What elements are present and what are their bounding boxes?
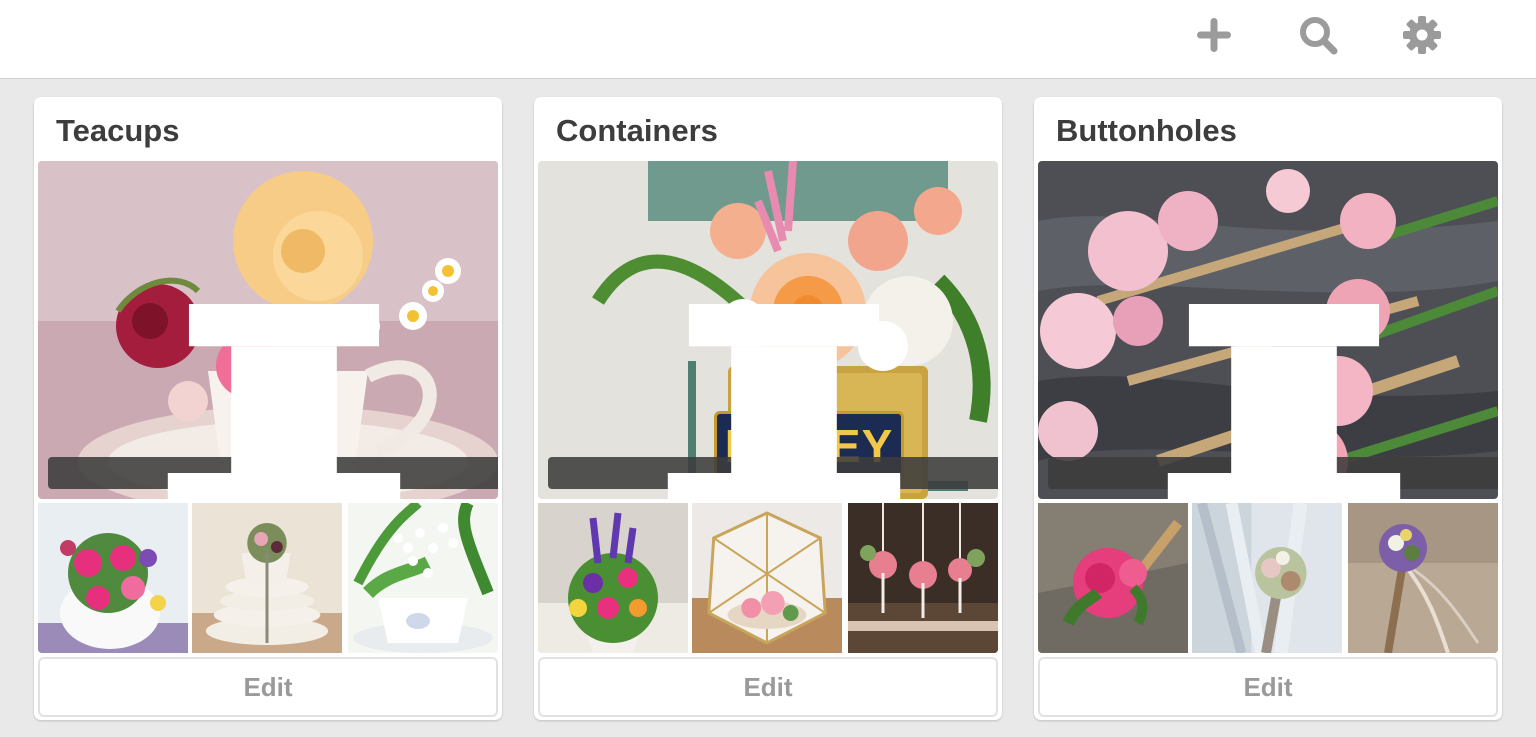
board-thumbnail[interactable]	[348, 503, 498, 653]
board-title[interactable]: Containers	[556, 113, 718, 149]
board-thumbnail[interactable]	[1348, 503, 1498, 653]
board-thumbnail[interactable]	[848, 503, 998, 653]
search-icon[interactable]	[1297, 14, 1339, 56]
pin-count-badge: 5	[48, 304, 498, 499]
board-thumbnail[interactable]	[1038, 503, 1188, 653]
board-cover-image[interactable]: 13	[1038, 161, 1498, 499]
edit-button[interactable]: Edit	[1038, 657, 1498, 717]
pin-icon	[167, 304, 401, 499]
board-card-teacups[interactable]: Teacups Edit	[34, 97, 502, 720]
pin-icon	[1167, 304, 1401, 499]
board-thumbnail[interactable]	[1192, 503, 1344, 653]
board-thumbnail[interactable]	[538, 503, 688, 653]
pin-icon	[667, 304, 901, 499]
pin-count-badge: 13	[1048, 304, 1498, 499]
top-bar	[0, 0, 1536, 79]
board-card-buttonholes[interactable]: Buttonholes 13	[1034, 97, 1502, 720]
pin-count-badge: 7	[548, 304, 998, 499]
board-card-containers[interactable]: Containers HONEY 7	[534, 97, 1002, 720]
edit-button[interactable]: Edit	[38, 657, 498, 717]
gear-icon[interactable]	[1401, 14, 1443, 56]
board-thumbnail[interactable]	[38, 503, 188, 653]
board-title[interactable]: Buttonholes	[1056, 113, 1237, 149]
board-cover-image[interactable]: HONEY 7	[538, 161, 998, 499]
edit-button[interactable]: Edit	[538, 657, 998, 717]
board-thumbnail[interactable]	[192, 503, 344, 653]
board-title[interactable]: Teacups	[56, 113, 179, 149]
plus-icon[interactable]	[1193, 14, 1235, 56]
board-thumbnail[interactable]	[692, 503, 844, 653]
board-cover-image[interactable]: 5	[38, 161, 498, 499]
